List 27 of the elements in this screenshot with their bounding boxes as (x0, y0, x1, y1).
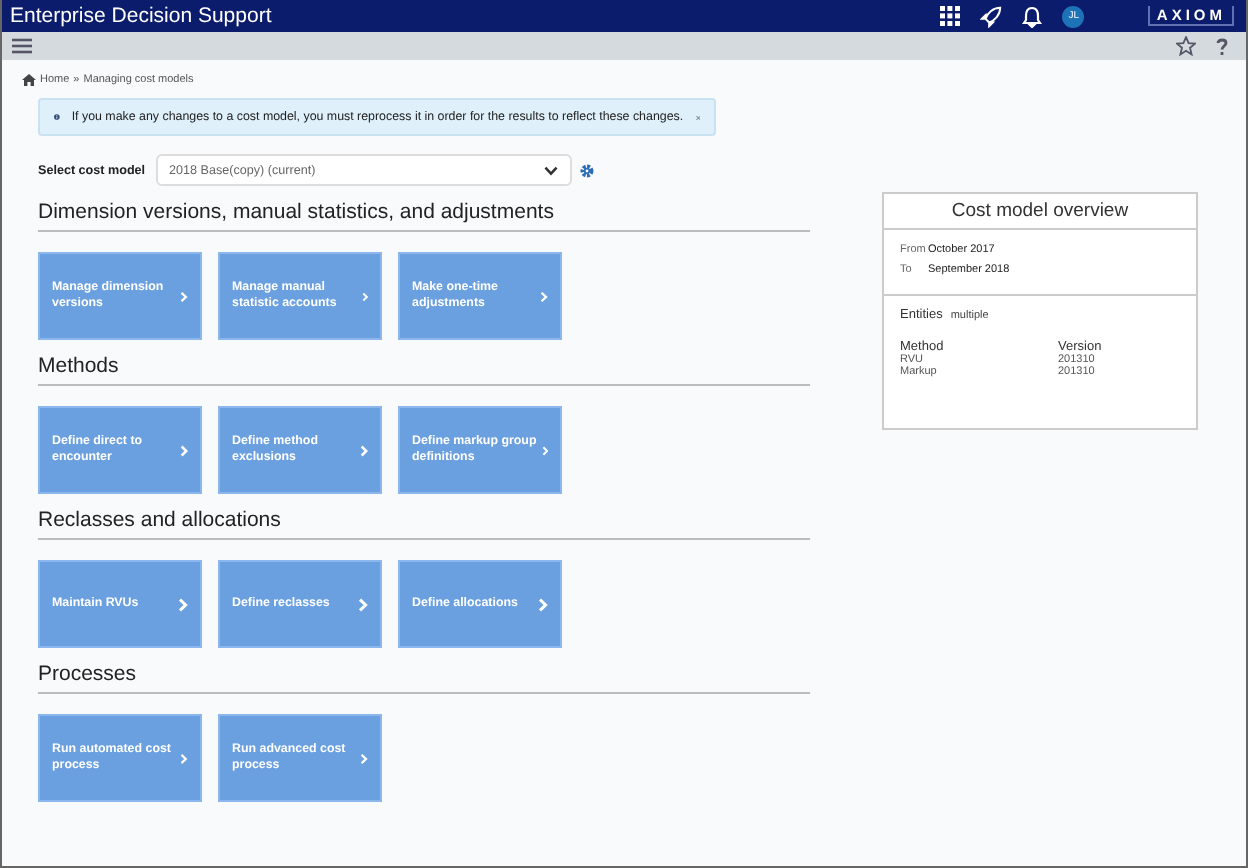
chevron-right-icon (359, 443, 368, 457)
chevron-right-icon (541, 443, 548, 457)
star-icon[interactable] (1176, 36, 1196, 56)
notification-bell-icon[interactable] (1022, 5, 1043, 27)
chevron-right-icon (178, 597, 188, 611)
chevron-right-icon (358, 597, 368, 611)
chevron-right-icon (361, 289, 368, 303)
section-heading: Reclasses and allocations (38, 508, 810, 540)
chevron-right-icon (540, 289, 548, 303)
menu-icon[interactable] (12, 38, 32, 54)
apps-grid-icon[interactable] (940, 6, 961, 26)
chevron-right-icon (180, 751, 188, 765)
chevron-right-icon (180, 289, 188, 303)
rocket-icon[interactable] (980, 5, 1003, 27)
home-icon[interactable] (22, 74, 36, 86)
app-title: Enterprise Decision Support (10, 4, 274, 28)
chevron-right-icon (179, 443, 188, 457)
help-icon[interactable] (1216, 37, 1228, 55)
chevron-right-icon (538, 597, 548, 611)
section-heading: Methods (38, 354, 810, 386)
chevron-down-icon (543, 165, 558, 175)
settings-icon[interactable] (579, 163, 594, 177)
info-icon (54, 110, 60, 124)
panel-title: Cost model overview (884, 194, 1196, 230)
section-heading: Processes (38, 662, 810, 694)
chevron-right-icon (360, 751, 368, 765)
section-heading: Dimension versions, manual statistics, and adjustments (38, 200, 810, 232)
